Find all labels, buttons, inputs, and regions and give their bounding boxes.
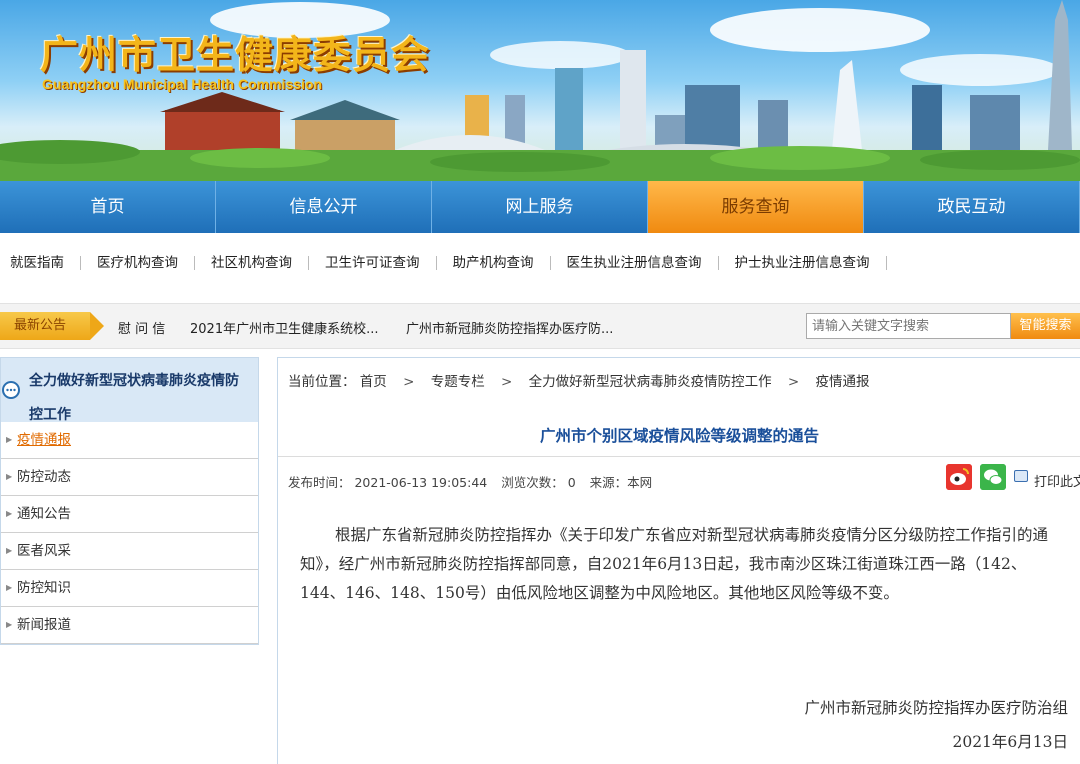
article-title: 广州市个别区域疫情风险等级调整的通告 — [539, 427, 819, 445]
sub-nav-health-license-query[interactable]: 卫生许可证查询 — [309, 256, 437, 270]
sidebar-item-label: 疫情通报 — [17, 432, 71, 448]
sub-nav-medical-guide[interactable]: 就医指南 — [0, 256, 81, 270]
breadcrumb-item[interactable]: 首页 — [360, 374, 387, 390]
site-subtitle: Guangzhou Municipal Health Commission — [42, 76, 323, 92]
breadcrumb-item[interactable]: 专题专栏 — [431, 374, 485, 390]
sidebar: 全力做好新型冠状病毒肺炎疫情防控工作 ▶ 疫情通报 ▶ 防控动态 ▶ 通知公告 … — [0, 357, 259, 645]
sub-nav-doctor-registration-query[interactable]: 医生执业注册信息查询 — [551, 256, 719, 270]
nav-home[interactable]: 首页 — [0, 181, 216, 233]
breadcrumb-prefix: 当前位置： — [288, 374, 356, 390]
wechat-share-icon[interactable] — [980, 464, 1006, 490]
sub-nav-nurse-registration-query[interactable]: 护士执业注册信息查询 — [719, 256, 887, 270]
sidebar-item-label: 新闻报道 — [17, 617, 71, 633]
breadcrumb: 当前位置： 首页 > 专题专栏 > 全力做好新型冠状病毒肺炎疫情防控工作 > 疫… — [288, 370, 870, 390]
site-title: 广州市卫生健康委员会 — [40, 33, 431, 77]
breadcrumb-separator: > — [501, 374, 513, 390]
sidebar-item-label: 防控动态 — [17, 469, 71, 485]
latest-notice-tag: 最新公告 — [0, 312, 104, 340]
article-panel: 当前位置： 首页 > 专题专栏 > 全力做好新型冠状病毒肺炎疫情防控工作 > 疫… — [277, 357, 1080, 764]
breadcrumb-separator: > — [787, 374, 800, 390]
search-button[interactable]: 智能搜索 — [1011, 313, 1080, 339]
sidebar-item-medical-heroes[interactable]: ▶ 医者风采 — [1, 533, 258, 570]
caret-right-icon: ▶ — [6, 583, 13, 592]
sidebar-item-news-reports[interactable]: ▶ 新闻报道 — [1, 607, 258, 644]
sidebar-item-label: 防控知识 — [17, 580, 71, 596]
nav-public-interaction[interactable]: 政民互动 — [864, 181, 1080, 233]
chat-bubble-icon — [2, 381, 20, 399]
sidebar-item-label: 通知公告 — [17, 506, 71, 522]
nav-online-service[interactable]: 网上服务 — [432, 181, 648, 233]
article-meta: 发布时间： 2021-06-13 19:05:44 浏览次数： 0 来源：本网 — [288, 472, 662, 491]
nav-service-query[interactable]: 服务查询 — [648, 181, 864, 233]
title-divider — [278, 456, 1080, 457]
sidebar-item-prevention-knowledge[interactable]: ▶ 防控知识 — [1, 570, 258, 607]
printer-icon[interactable] — [1014, 470, 1028, 482]
article-source: 来源：本网 — [589, 475, 653, 490]
sidebar-header: 全力做好新型冠状病毒肺炎疫情防控工作 — [1, 358, 258, 423]
weibo-share-icon[interactable] — [946, 464, 972, 490]
caret-right-icon: ▶ — [6, 620, 13, 629]
caret-right-icon: ▶ — [6, 509, 13, 518]
sub-nav-medical-institution-query[interactable]: 医疗机构查询 — [81, 256, 195, 270]
publish-time: 发布时间： 2021-06-13 19:05:44 — [288, 475, 488, 490]
sidebar-item-notices[interactable]: ▶ 通知公告 — [1, 496, 258, 533]
notice-bar: 最新公告 慰 问 信 2021年广州市卫生健康系统校... 广州市新冠肺炎防控指… — [0, 303, 1080, 349]
caret-right-icon: ▶ — [6, 472, 13, 481]
breadcrumb-separator: > — [403, 374, 415, 390]
search-input[interactable] — [806, 313, 1011, 339]
article-date: 2021年6月13日 — [952, 733, 1068, 751]
site-banner: 广州市卫生健康委员会 Guangzhou Municipal Health Co… — [0, 0, 1080, 181]
print-link[interactable]: 打印此文 — [1034, 471, 1080, 490]
main-nav: 首页 信息公开 网上服务 服务查询 政民互动 — [0, 181, 1080, 233]
sidebar-item-epidemic-bulletin[interactable]: ▶ 疫情通报 — [1, 422, 258, 459]
article-body: 根据广东省新冠肺炎防控指挥办《关于印发广东省应对新型冠状病毒肺炎疫情分区分级防控… — [300, 526, 1049, 602]
view-count: 浏览次数： 0 — [501, 475, 576, 490]
article-signature: 广州市新冠肺炎防控指挥办医疗防治组 — [804, 699, 1068, 717]
caret-right-icon: ▶ — [6, 435, 13, 444]
sub-nav-community-institution-query[interactable]: 社区机构查询 — [195, 256, 309, 270]
notice-item[interactable]: 2021年广州市卫生健康系统校... — [190, 318, 378, 337]
sidebar-item-label: 医者风采 — [17, 543, 71, 559]
caret-right-icon: ▶ — [6, 546, 13, 555]
notice-item[interactable]: 慰 问 信 — [118, 318, 165, 337]
sub-nav: 就医指南 医疗机构查询 社区机构查询 卫生许可证查询 助产机构查询 医生执业注册… — [0, 233, 1080, 293]
notice-item[interactable]: 广州市新冠肺炎防控指挥办医疗防... — [406, 318, 613, 337]
breadcrumb-item[interactable]: 疫情通报 — [816, 374, 870, 390]
sidebar-item-prevention-news[interactable]: ▶ 防控动态 — [1, 459, 258, 496]
breadcrumb-item[interactable]: 全力做好新型冠状病毒肺炎疫情防控工作 — [529, 374, 772, 390]
sub-nav-midwifery-query[interactable]: 助产机构查询 — [437, 256, 551, 270]
nav-info-disclosure[interactable]: 信息公开 — [216, 181, 432, 233]
